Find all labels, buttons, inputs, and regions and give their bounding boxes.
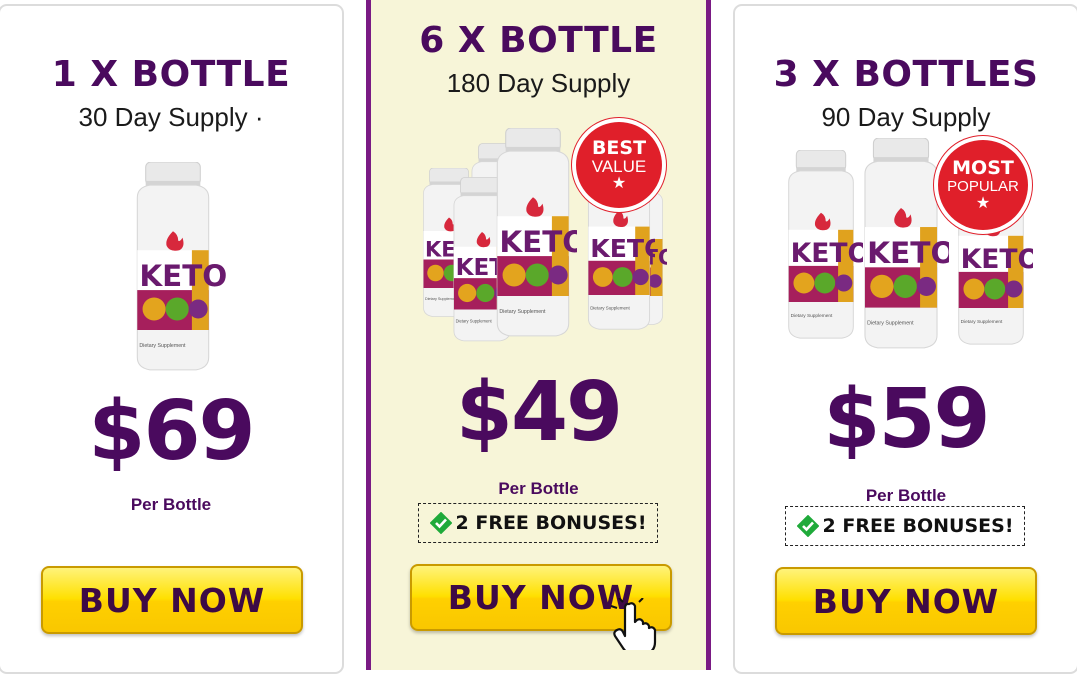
per-bottle-label: Per Bottle	[130, 495, 212, 514]
per-bottle-label: Per Bottle	[865, 486, 947, 505]
buy-now-button[interactable]: BUY NOW	[775, 567, 1037, 635]
card-title: 3 X BOTTLES	[773, 54, 1039, 95]
card-title: 6 X BOTTLE	[419, 20, 658, 61]
pricing-card-3-bottles: 3 X BOTTLES 90 Day Supply MOST POPULAR ★…	[733, 4, 1077, 674]
check-icon	[429, 512, 452, 534]
star-icon: ★	[611, 175, 627, 192]
star-icon: ★	[975, 195, 991, 212]
free-bonuses-badge: 2 FREE BONUSES!	[785, 506, 1025, 546]
per-bottle-label: Per Bottle	[498, 479, 579, 498]
most-popular-badge: MOST POPULAR ★	[938, 140, 1028, 230]
product-bottle-image	[864, 138, 949, 349]
badge-line1: MOST	[952, 157, 1014, 179]
product-bottle-image	[136, 162, 228, 371]
price: $59	[823, 372, 990, 467]
badge-line2: VALUE	[591, 157, 647, 176]
bonus-text: 2 FREE BONUSES!	[455, 512, 647, 534]
product-bottle-image	[788, 150, 863, 339]
best-value-badge: BEST VALUE ★	[576, 122, 662, 208]
supply-text: 30 Day Supply ·	[78, 102, 264, 132]
supply-text: 90 Day Supply	[821, 102, 991, 132]
pricing-card-6-bottle: 6 X BOTTLE 180 Day Supply BEST VALUE ★ $…	[366, 0, 711, 670]
card-title: 1 X BOTTLE	[51, 54, 291, 95]
price: $69	[88, 384, 255, 479]
check-icon	[796, 515, 819, 537]
free-bonuses-badge: 2 FREE BONUSES!	[418, 503, 658, 543]
product-bottle-image	[496, 128, 577, 337]
badge-line2: POPULAR	[947, 178, 1019, 195]
price: $49	[455, 365, 623, 460]
supply-text: 180 Day Supply	[446, 68, 631, 98]
badge-line1: BEST	[591, 137, 647, 159]
hand-pointer-icon	[610, 598, 657, 650]
buy-now-button[interactable]: BUY NOW	[41, 566, 303, 634]
pricing-card-1-bottle: 1 X BOTTLE 30 Day Supply · $69 Per Bottl…	[0, 4, 344, 674]
bonus-text: 2 FREE BONUSES!	[822, 515, 1014, 537]
